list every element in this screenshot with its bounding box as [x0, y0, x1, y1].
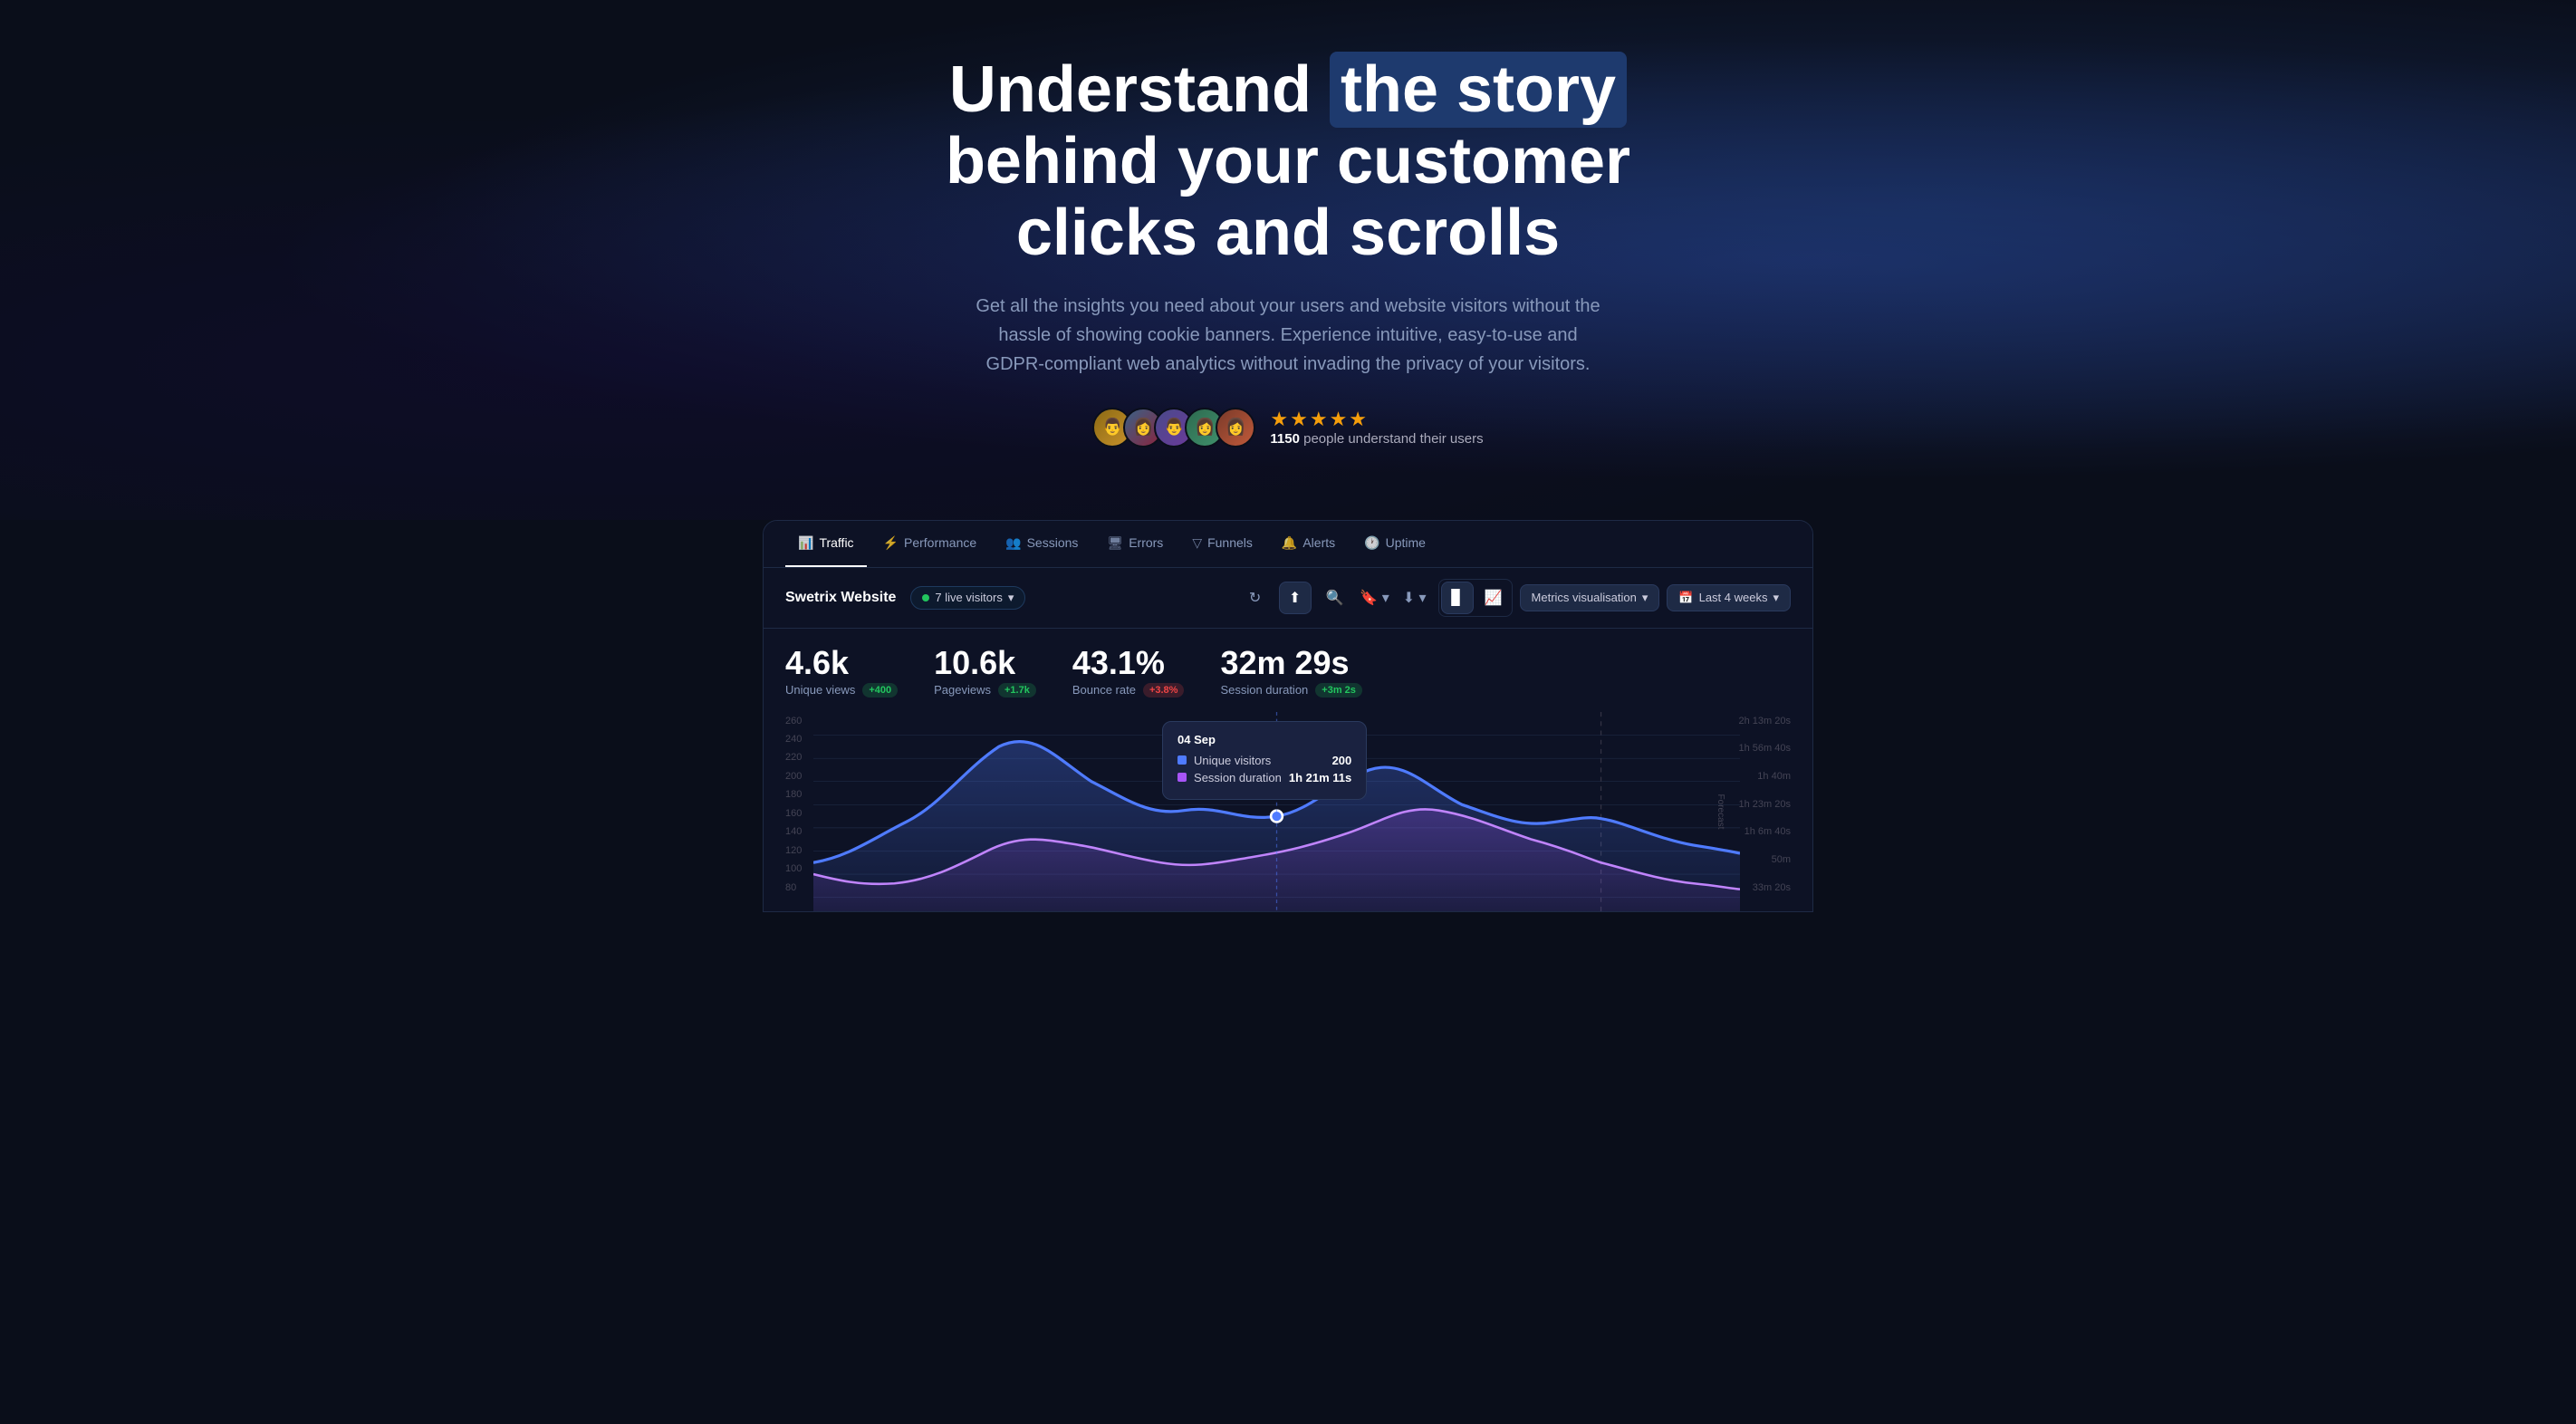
- tab-uptime-label: Uptime: [1386, 535, 1426, 550]
- tab-alerts[interactable]: 🔔 Alerts: [1269, 521, 1348, 567]
- tab-errors-label: Errors: [1129, 535, 1163, 550]
- tab-funnels-label: Funnels: [1207, 535, 1253, 550]
- tab-traffic[interactable]: 📊 Traffic: [785, 521, 867, 567]
- star-rating: ★★★★★: [1270, 408, 1483, 431]
- social-proof: 👨 👩 👨 👩 👩 ★★★★★ 1150 pe: [880, 408, 1696, 447]
- stat-bounce-rate: 43.1% Bounce rate +3.8%: [1072, 647, 1185, 698]
- chart-tooltip: 04 Sep Unique visitors 200 Session durat…: [1162, 721, 1367, 800]
- pageviews-badge: +1.7k: [998, 683, 1036, 698]
- tooltip-row-visitors: Unique visitors 200: [1177, 754, 1351, 767]
- forecast-label: Forecast: [1716, 794, 1725, 829]
- stat-session-duration: 32m 29s Session duration +3m 2s: [1220, 647, 1361, 698]
- tab-errors[interactable]: 🖥 Errors: [1094, 521, 1176, 567]
- stat-unique-views: 4.6k Unique views +400: [785, 647, 898, 698]
- tab-sessions-label: Sessions: [1027, 535, 1079, 550]
- live-visitors-badge[interactable]: 7 live visitors ▾: [910, 586, 1025, 610]
- session-duration-badge: +3m 2s: [1315, 683, 1362, 698]
- toolbar-actions: ↻ ⬆ 🔍 🔖 ▾ ⬇ ▾ ▊ 📈 Metrics visualisation …: [1239, 579, 1791, 617]
- date-range-label: Last 4 weeks: [1699, 591, 1768, 604]
- bar-chart-button[interactable]: ▊: [1441, 582, 1474, 614]
- metrics-dropdown[interactable]: Metrics visualisation ▾: [1520, 584, 1660, 611]
- live-visitors-count: 7 live visitors: [935, 591, 1002, 604]
- chart-area: 260 240 220 200 180 160 140 120 100 80 2…: [764, 712, 1812, 911]
- tab-performance-label: Performance: [904, 535, 976, 550]
- tooltip-row-session: Session duration 1h 21m 11s: [1177, 771, 1351, 784]
- avatar-group: 👨 👩 👨 👩 👩: [1092, 408, 1255, 447]
- visitors-dot-icon: [1177, 755, 1187, 765]
- dashboard: 📊 Traffic ⚡ Performance 👥 Sessions 🖥 Err…: [763, 520, 1813, 912]
- pageviews-label: Pageviews: [934, 683, 991, 697]
- line-chart-button[interactable]: 📈: [1477, 582, 1510, 614]
- alerts-icon: 🔔: [1282, 535, 1297, 551]
- y-axis-left: 260 240 220 200 180 160 140 120 100 80: [785, 712, 802, 897]
- performance-icon: ⚡: [883, 535, 899, 551]
- tab-performance[interactable]: ⚡ Performance: [870, 521, 990, 567]
- dashboard-toolbar: Swetrix Website 7 live visitors ▾ ↻ ⬆ 🔍 …: [764, 568, 1812, 629]
- hero-highlight: the story: [1330, 52, 1627, 128]
- download-button[interactable]: ⬇ ▾: [1399, 582, 1431, 614]
- tab-funnels[interactable]: ▽ Funnels: [1179, 521, 1265, 567]
- sessions-icon: 👥: [1005, 535, 1021, 551]
- bounce-rate-value: 43.1%: [1072, 647, 1185, 679]
- search-button[interactable]: 🔍: [1319, 582, 1351, 614]
- session-duration-value: 32m 29s: [1220, 647, 1361, 679]
- session-duration-label: Session duration: [1220, 683, 1308, 697]
- hero-description: Get all the insights you need about your…: [971, 292, 1605, 379]
- traffic-icon: 📊: [798, 535, 813, 551]
- dashboard-wrapper: 📊 Traffic ⚡ Performance 👥 Sessions 🖥 Err…: [745, 520, 1831, 948]
- chevron-down-icon: ▾: [1642, 591, 1648, 605]
- hero-title: Understand the story behind your custome…: [880, 54, 1696, 270]
- refresh-button[interactable]: ↻: [1239, 582, 1272, 614]
- stat-pageviews: 10.6k Pageviews +1.7k: [934, 647, 1036, 698]
- bounce-rate-badge: +3.8%: [1143, 683, 1185, 698]
- avatar: 👩: [1216, 408, 1255, 447]
- metrics-dropdown-label: Metrics visualisation: [1532, 591, 1637, 604]
- unique-views-label: Unique views: [785, 683, 855, 697]
- unique-views-badge: +400: [862, 683, 898, 698]
- calendar-icon: 📅: [1678, 591, 1693, 605]
- live-dot-icon: [922, 594, 929, 601]
- site-name: Swetrix Website: [785, 590, 896, 606]
- proof-count: 1150 people understand their users: [1270, 431, 1483, 447]
- pageviews-value: 10.6k: [934, 647, 1036, 679]
- chevron-down-icon: ▾: [1773, 591, 1779, 605]
- tab-sessions[interactable]: 👥 Sessions: [993, 521, 1091, 567]
- bookmark-button[interactable]: 🔖 ▾: [1359, 582, 1391, 614]
- tab-traffic-label: Traffic: [819, 535, 853, 550]
- session-dot-icon: [1177, 773, 1187, 782]
- errors-icon: 🖥: [1107, 535, 1123, 551]
- uptime-icon: 🕐: [1364, 535, 1379, 551]
- bounce-rate-label: Bounce rate: [1072, 683, 1136, 697]
- tab-alerts-label: Alerts: [1302, 535, 1335, 550]
- funnels-icon: ▽: [1192, 535, 1202, 551]
- chart-type-group: ▊ 📈: [1438, 579, 1513, 617]
- chevron-down-icon: ▾: [1008, 591, 1014, 605]
- stats-row: 4.6k Unique views +400 10.6k Pageviews +…: [764, 629, 1812, 712]
- date-range-dropdown[interactable]: 📅 Last 4 weeks ▾: [1667, 584, 1791, 611]
- y-axis-right: 2h 13m 20s 1h 56m 40s 1h 40m 1h 23m 20s …: [1739, 712, 1791, 897]
- unique-views-value: 4.6k: [785, 647, 898, 679]
- share-button[interactable]: ⬆: [1279, 582, 1312, 614]
- tab-uptime[interactable]: 🕐 Uptime: [1351, 521, 1438, 567]
- hero-section: Understand the story behind your custome…: [0, 0, 2576, 520]
- dashboard-nav: 📊 Traffic ⚡ Performance 👥 Sessions 🖥 Err…: [764, 521, 1812, 568]
- proof-text-block: ★★★★★ 1150 people understand their users: [1270, 408, 1483, 447]
- tooltip-date: 04 Sep: [1177, 733, 1351, 746]
